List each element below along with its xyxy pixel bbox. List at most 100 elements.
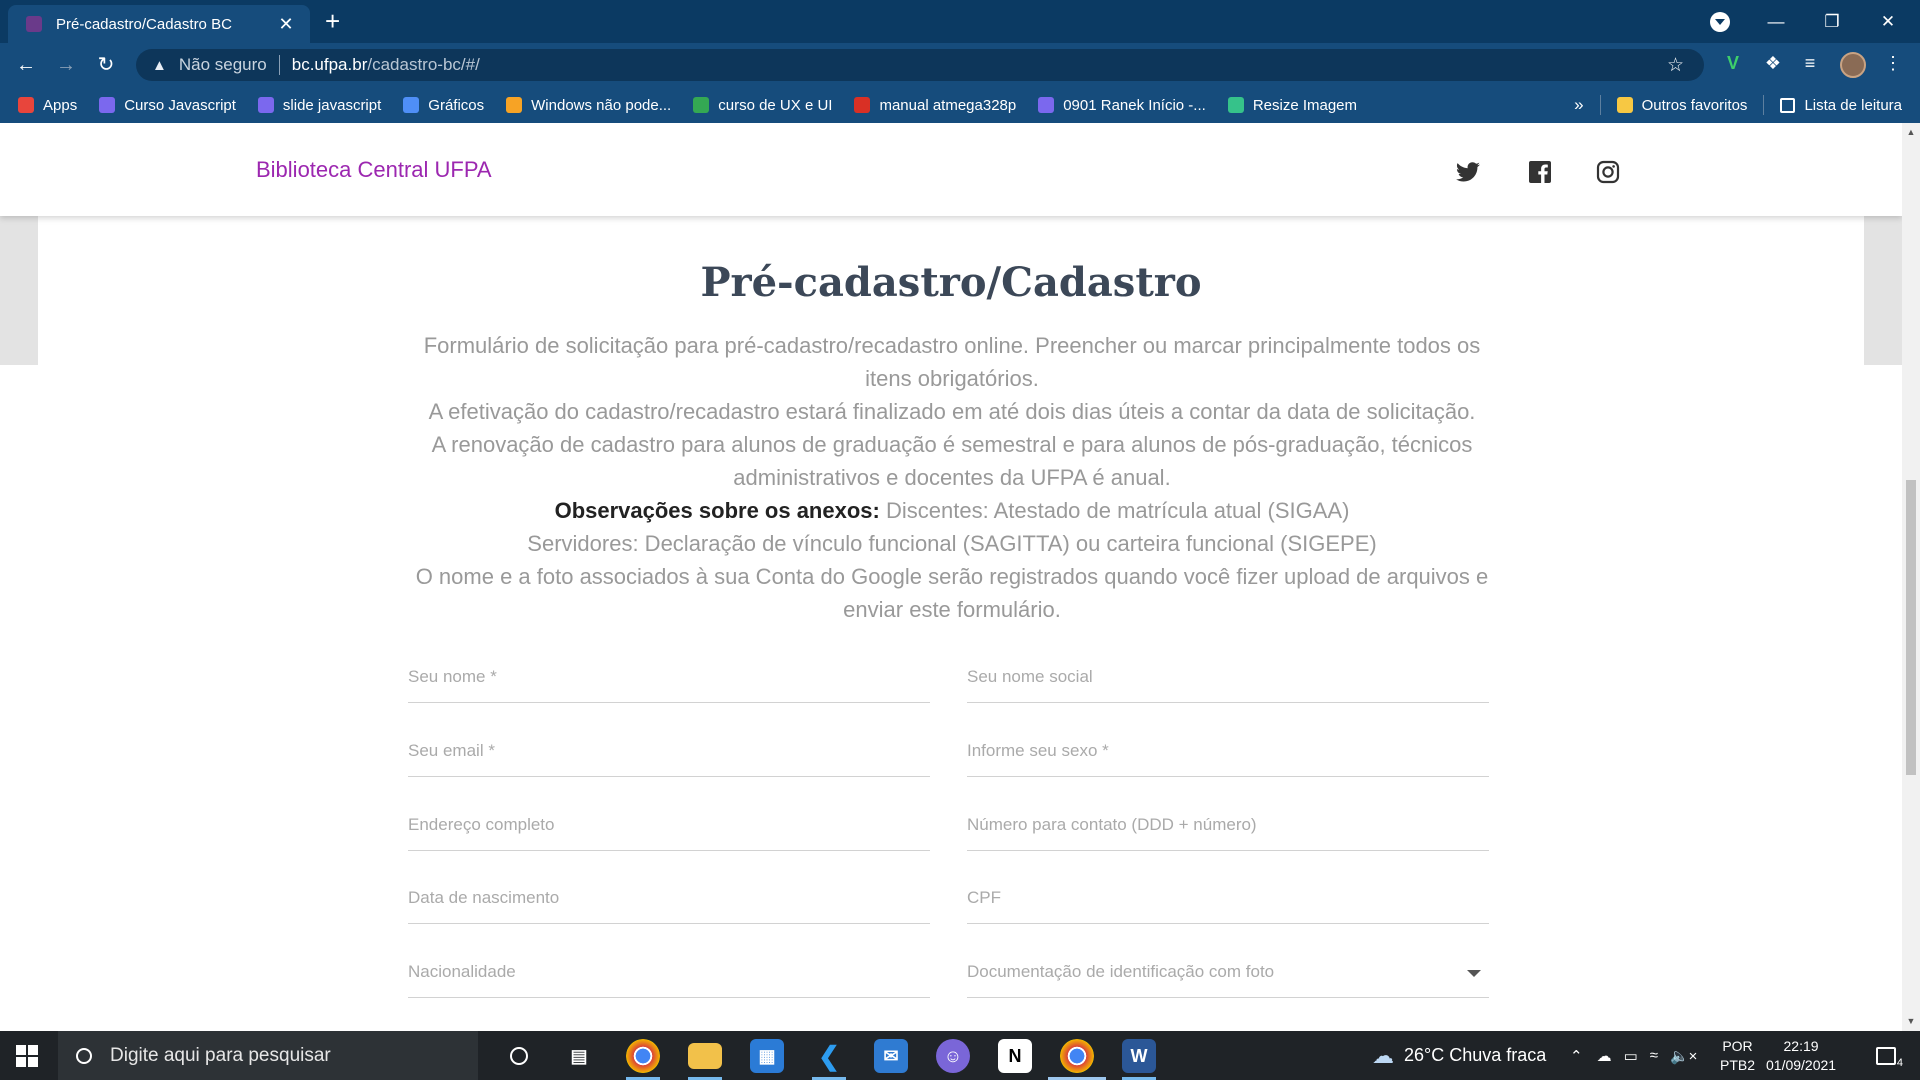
- bookmarks-overflow-icon[interactable]: »: [1574, 95, 1583, 115]
- forward-icon[interactable]: →: [52, 51, 80, 79]
- taskbar-search[interactable]: Digite aqui para pesquisar: [58, 1031, 478, 1080]
- id-document-select[interactable]: Documentação de identificação com foto: [967, 948, 1489, 998]
- social-name-field-label: Seu nome social: [967, 667, 1093, 686]
- restore-icon[interactable]: ❐: [1804, 12, 1860, 32]
- scroll-down-icon[interactable]: ▼: [1906, 1016, 1916, 1026]
- nationality-field[interactable]: Nacionalidade: [408, 948, 930, 998]
- tab-favicon-icon: [26, 16, 42, 32]
- bookmark-item[interactable]: Curso Javascript: [99, 97, 236, 114]
- store-icon[interactable]: ▦: [750, 1039, 784, 1073]
- bookmark-item[interactable]: slide javascript: [257, 97, 381, 114]
- address-field-label: Endereço completo: [408, 815, 555, 834]
- apps-grid-icon: [18, 97, 34, 113]
- bookmarks-bar: Apps Curso Javascript slide javascript Gráf…: [0, 87, 1920, 123]
- instagram-icon[interactable]: [1596, 160, 1620, 184]
- social-name-field[interactable]: Seu nome social: [967, 653, 1489, 703]
- media-control-icon[interactable]: ≡: [1797, 53, 1823, 79]
- weather-text: 26°C Chuva fraca: [1404, 1045, 1547, 1065]
- page-title: Pré-cadastro/Cadastro: [700, 259, 1202, 306]
- cpf-field[interactable]: CPF: [967, 874, 1489, 924]
- page-viewport: Biblioteca Central UFPA Pré-cadastro/Cad…: [0, 123, 1902, 1031]
- shield-icon: [257, 97, 274, 113]
- page-scrollbar[interactable]: ▲ ▼: [1902, 123, 1920, 1031]
- bookmark-item[interactable]: Resize Imagem: [1227, 97, 1357, 114]
- notifications-button[interactable]: 4: [1868, 1031, 1904, 1080]
- other-favorites-label: Outros favoritos: [1641, 96, 1748, 114]
- grid-icon: [693, 97, 710, 113]
- clock-time: 22:19: [1783, 1037, 1819, 1054]
- email-field[interactable]: Seu email *: [408, 727, 930, 777]
- file-explorer-icon[interactable]: [688, 1043, 722, 1069]
- brand-link[interactable]: Biblioteca Central UFPA: [256, 157, 492, 183]
- menu-kebab-icon[interactable]: ⋮: [1880, 53, 1906, 79]
- notion-icon[interactable]: N: [998, 1039, 1032, 1073]
- browser-tab[interactable]: Pré-cadastro/Cadastro BC ✕: [8, 5, 310, 43]
- battery-icon[interactable]: ▭: [1624, 1047, 1638, 1065]
- name-field[interactable]: Seu nome *: [408, 653, 930, 703]
- new-tab-button[interactable]: +: [325, 6, 340, 36]
- facebook-icon[interactable]: [1528, 160, 1552, 184]
- browser-titlebar: Pré-cadastro/Cadastro BC ✕ + — ❐ ✕: [0, 0, 1920, 43]
- chrome-profile-icon[interactable]: [1060, 1039, 1094, 1073]
- reload-icon[interactable]: ↻: [92, 51, 120, 79]
- minimize-icon[interactable]: —: [1748, 12, 1804, 32]
- close-window-icon[interactable]: ✕: [1860, 12, 1916, 32]
- word-icon[interactable]: W: [1122, 1039, 1156, 1073]
- phone-field-label: Número para contato (DDD + número): [967, 815, 1257, 834]
- vue-devtools-icon[interactable]: V: [1720, 53, 1746, 79]
- bookmark-label: Apps: [43, 96, 78, 114]
- language-indicator[interactable]: POR PTB2: [1720, 1031, 1760, 1080]
- vscode-icon[interactable]: ❮: [812, 1039, 846, 1073]
- bookmark-item[interactable]: Apps: [18, 97, 77, 114]
- discord-icon[interactable]: ☺: [936, 1039, 970, 1073]
- clock[interactable]: 22:19 01/09/2021: [1766, 1031, 1852, 1080]
- tray-chevron-icon[interactable]: ⌃: [1570, 1047, 1583, 1065]
- bookmark-icon: [506, 97, 523, 113]
- wifi-icon[interactable]: ≈: [1650, 1047, 1658, 1064]
- scrollbar-thumb[interactable]: [1906, 480, 1916, 775]
- volume-muted-icon[interactable]: 🔈×: [1670, 1047, 1697, 1065]
- bookmark-star-icon[interactable]: ☆: [1667, 54, 1684, 77]
- mail-icon[interactable]: ✉: [874, 1039, 908, 1073]
- scroll-up-icon[interactable]: ▲: [1906, 127, 1916, 137]
- bookmark-label: Gráficos: [428, 96, 485, 114]
- address-field[interactable]: Endereço completo: [408, 801, 930, 851]
- cortana-icon[interactable]: [502, 1039, 536, 1073]
- bookmark-item[interactable]: Gráficos: [403, 97, 484, 114]
- attachments-servidores: Servidores: Declaração de vínculo funcio…: [527, 531, 1377, 556]
- url-path: /cadastro-bc/#/: [367, 55, 480, 74]
- onedrive-icon[interactable]: ☁: [1597, 1047, 1612, 1065]
- tray-icons: ⌃ ☁ ▭ ≈ 🔈×: [1570, 1031, 1697, 1080]
- shield-icon: [99, 97, 116, 113]
- chart-icon: [403, 97, 420, 113]
- windows-start-icon[interactable]: [16, 1045, 38, 1067]
- security-status[interactable]: Não seguro: [179, 55, 267, 75]
- bookmark-item[interactable]: curso de UX e UI: [693, 97, 832, 114]
- bookmark-item[interactable]: 0901 Ranek Início -...: [1038, 97, 1206, 114]
- nationality-field-label: Nacionalidade: [408, 962, 516, 981]
- tab-search-icon[interactable]: [1710, 12, 1730, 32]
- bookmark-item[interactable]: manual atmega328p: [854, 97, 1016, 114]
- chrome-icon[interactable]: [626, 1039, 660, 1073]
- other-favorites[interactable]: Outros favoritos: [1616, 96, 1748, 114]
- weather-widget[interactable]: ☁ 26°C Chuva fraca: [1372, 1031, 1546, 1080]
- reading-list[interactable]: Lista de leitura: [1780, 97, 1902, 114]
- sex-field[interactable]: Informe seu sexo *: [967, 727, 1489, 777]
- phone-field[interactable]: Número para contato (DDD + número): [967, 801, 1489, 851]
- bookmark-item[interactable]: Windows não pode...: [506, 97, 671, 114]
- warning-icon[interactable]: ▲: [152, 57, 167, 74]
- task-view-icon[interactable]: ▤: [562, 1039, 596, 1073]
- profile-avatar[interactable]: [1840, 52, 1866, 78]
- extensions-puzzle-icon[interactable]: ❖: [1760, 53, 1786, 79]
- bookmark-label: Curso Javascript: [124, 96, 236, 114]
- address-bar[interactable]: ▲ Não seguro bc.ufpa.br/cadastro-bc/#/ ☆: [136, 49, 1704, 81]
- email-field-label: Seu email *: [408, 741, 495, 760]
- cloud-rain-icon: ☁: [1372, 1042, 1394, 1068]
- tab-close-icon[interactable]: ✕: [276, 14, 296, 35]
- twitter-icon[interactable]: [1455, 159, 1481, 185]
- google-account-note: O nome e a foto associados à sua Conta d…: [415, 564, 1489, 622]
- back-icon[interactable]: ←: [12, 51, 40, 79]
- description-line: A renovação de cadastro para alunos de g…: [431, 432, 1473, 490]
- birthdate-field[interactable]: Data de nascimento: [408, 874, 930, 924]
- reading-list-icon: [1780, 97, 1796, 113]
